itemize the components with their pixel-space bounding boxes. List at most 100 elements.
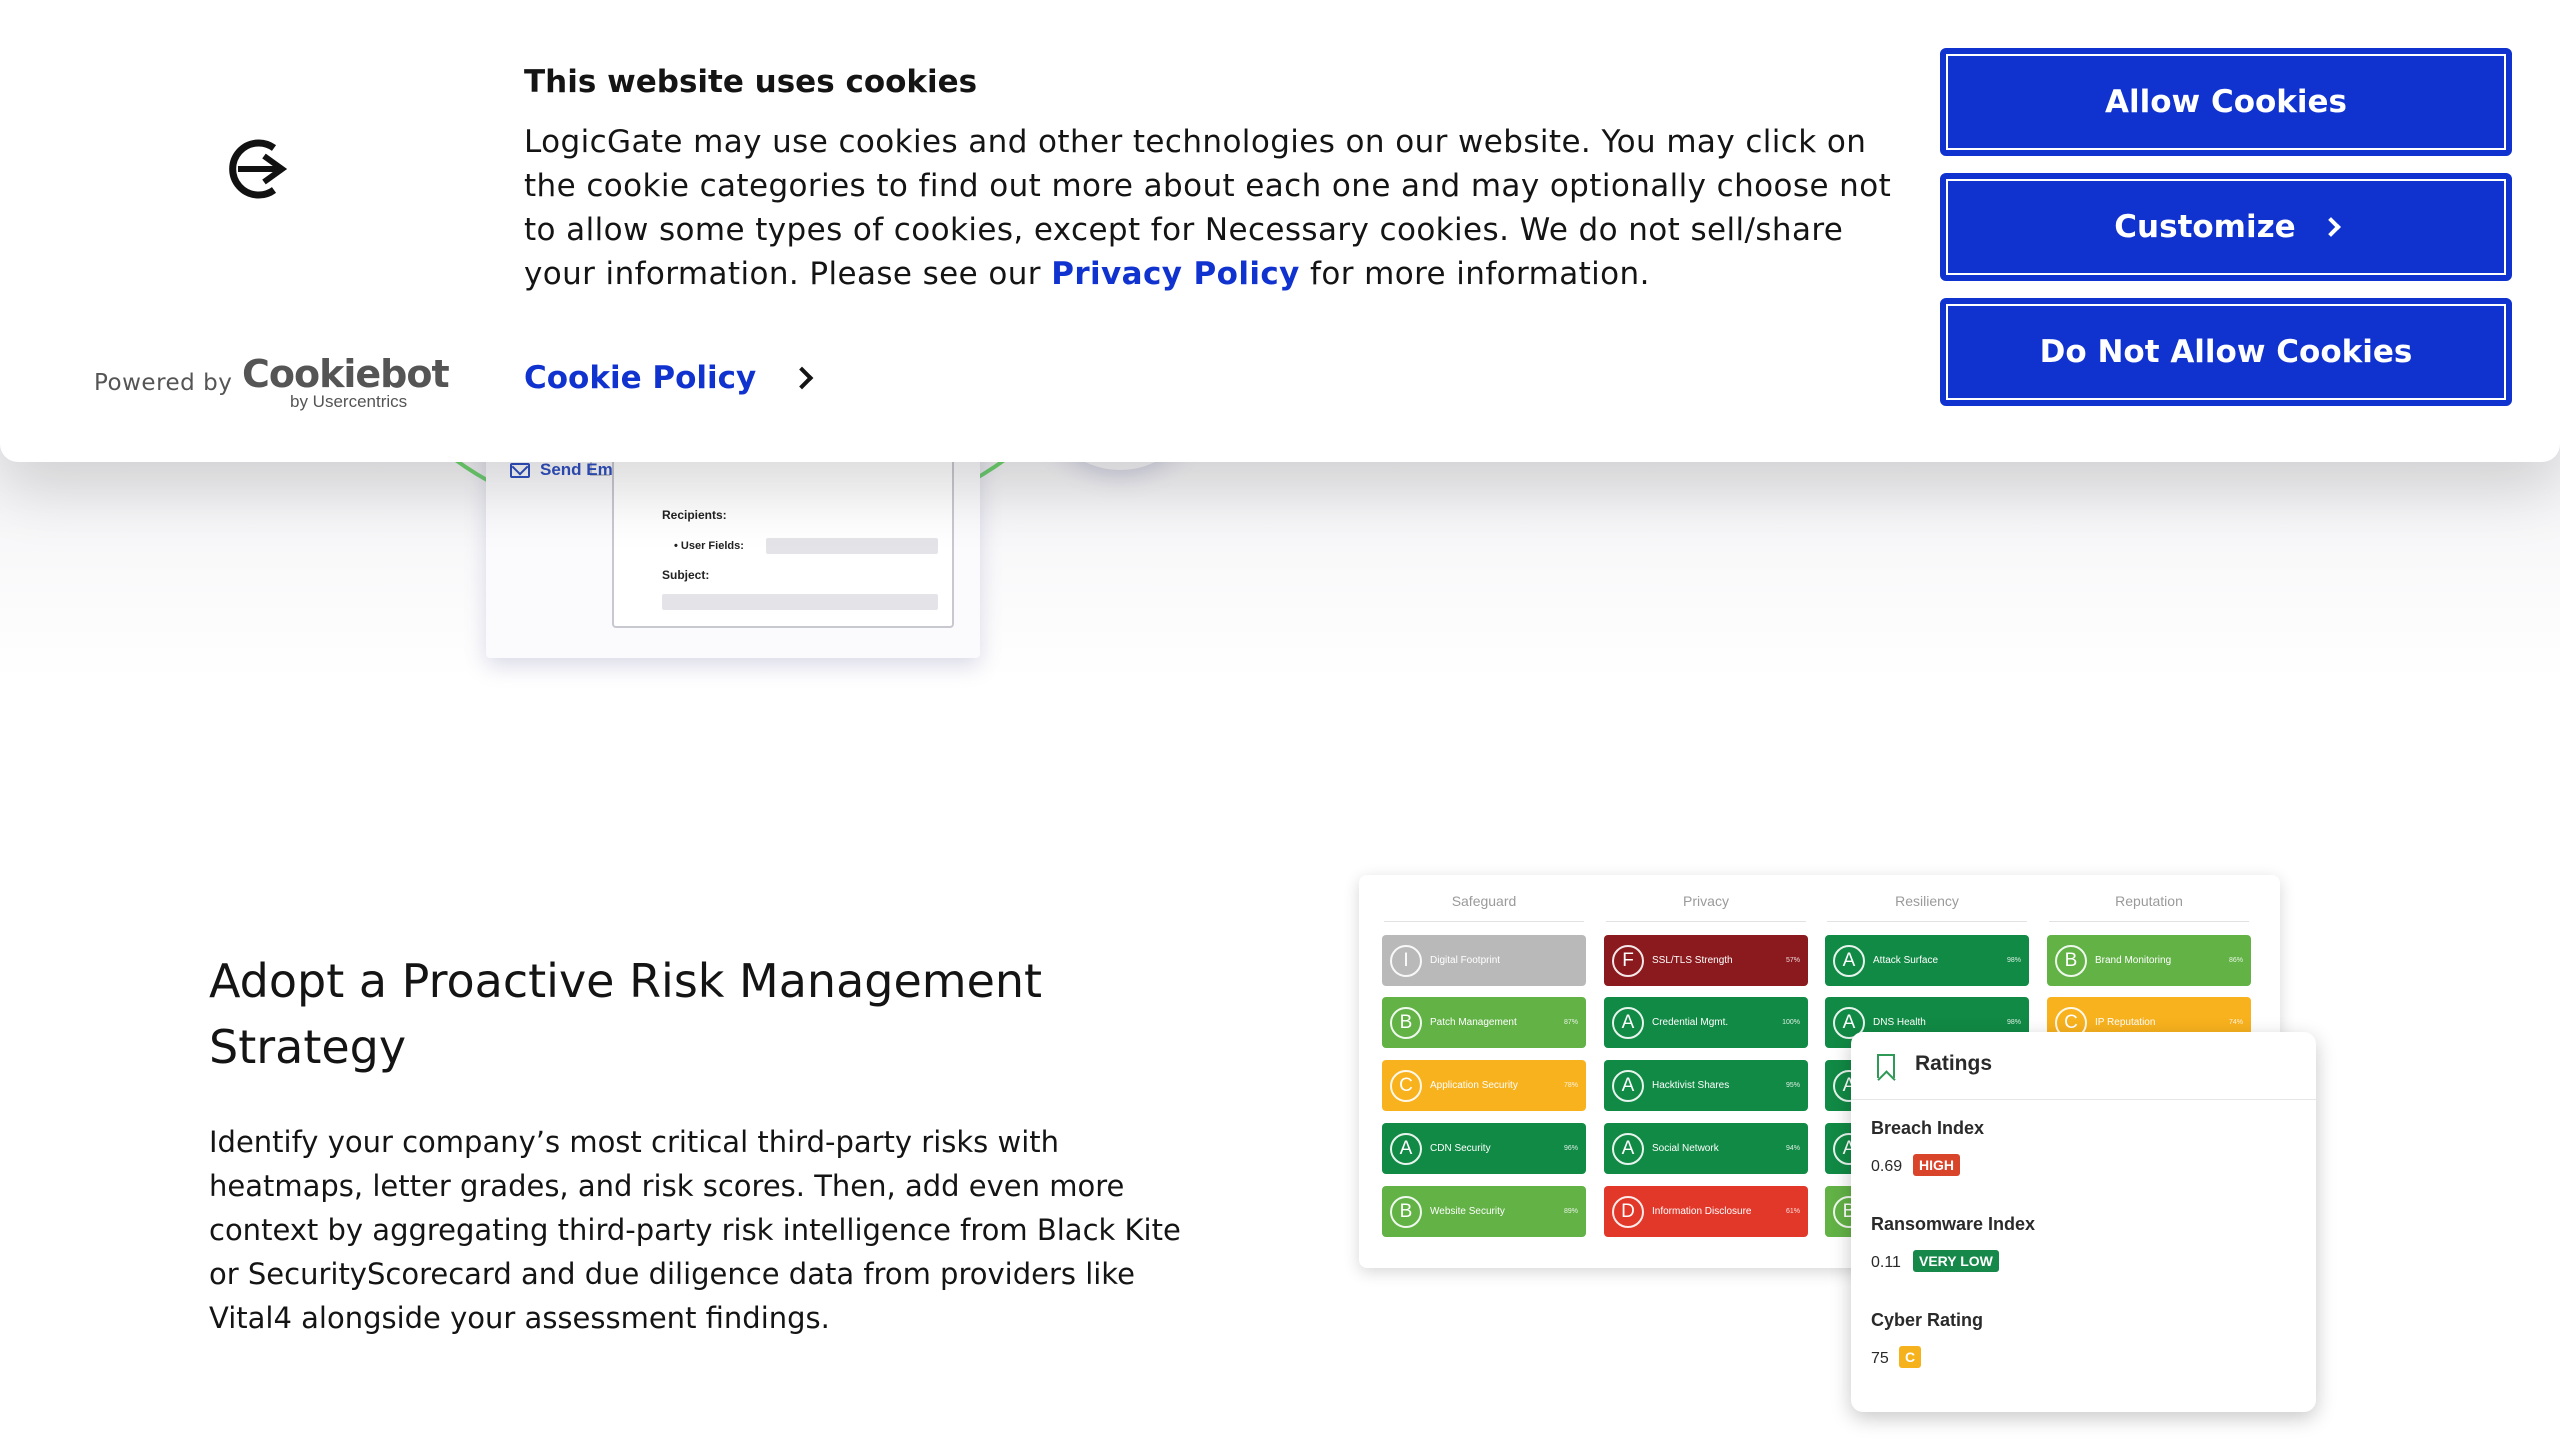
- do-not-allow-cookies-button[interactable]: Do Not Allow Cookies: [1940, 298, 2512, 406]
- tile-percent: 98%: [2006, 957, 2021, 964]
- grade-badge: D: [1612, 1195, 1644, 1228]
- allow-cookies-label: Allow Cookies: [2104, 84, 2348, 120]
- rating-tile: C Application Security 78%: [1382, 1060, 1586, 1111]
- customize-label: Customize: [2114, 209, 2296, 245]
- email-form-box: Recipients: • User Fields: Subject:: [612, 444, 954, 628]
- tile-name: Application Security: [1430, 1079, 1518, 1091]
- ratings-popup-header: Ratings: [1851, 1032, 2316, 1100]
- chevron-right-icon: [790, 366, 814, 390]
- tile-percent: 86%: [2228, 957, 2243, 964]
- cyber-rating-label: Cyber Rating: [1871, 1310, 1984, 1330]
- user-fields-label: • User Fields:: [674, 540, 744, 552]
- section-title: Adopt a Proactive Risk Management Strate…: [209, 954, 1043, 1074]
- tile-name: SSL/TLS Strength: [1652, 954, 1733, 966]
- bookmark-icon: [1877, 1054, 1895, 1078]
- grade-badge: F: [1612, 944, 1644, 977]
- deny-cookies-label: Do Not Allow Cookies: [2039, 334, 2413, 370]
- rating-tile: A Social Network 94%: [1604, 1123, 1808, 1174]
- grade-badge: A: [1833, 944, 1865, 977]
- column-header: Privacy: [1683, 893, 1729, 909]
- rating-tile: B Website Security 89%: [1382, 1186, 1586, 1237]
- tile-name: IP Reputation: [2095, 1016, 2156, 1028]
- tile-percent: 74%: [2228, 1019, 2243, 1026]
- chevron-right-icon: [2320, 217, 2341, 237]
- rating-tile: A CDN Security 96%: [1382, 1123, 1586, 1174]
- grade-badge: A: [1612, 1006, 1644, 1039]
- tile-percent: 98%: [2006, 1019, 2021, 1026]
- tile-percent: 95%: [1785, 1082, 1800, 1089]
- subject-label: Subject:: [662, 568, 710, 582]
- cookie-consent-banner: This website uses cookies LogicGate may …: [0, 0, 2560, 462]
- grade-badge: B: [1390, 1006, 1422, 1039]
- column-header: Reputation: [2115, 893, 2183, 909]
- cookie-policy-link[interactable]: Cookie Policy: [524, 360, 814, 396]
- tile-name: Digital Footprint: [1430, 954, 1501, 966]
- recipients-label: Recipients:: [662, 508, 727, 522]
- privacy-policy-link[interactable]: Privacy Policy: [1051, 256, 1300, 292]
- column-divider: [1606, 921, 1806, 922]
- grade-badge: A: [1612, 1069, 1644, 1102]
- breach-index-label: Breach Index: [1871, 1118, 1985, 1138]
- ratings-popup-title: Ratings: [1915, 1052, 1993, 1075]
- grade-badge: C: [1390, 1069, 1422, 1102]
- tile-name: DNS Health: [1873, 1016, 1926, 1028]
- cookie-banner-title: This website uses cookies: [524, 64, 978, 100]
- logicgate-logo-icon: [229, 139, 288, 199]
- rating-tile: B Patch Management 87%: [1382, 997, 1586, 1048]
- rating-tile: A Attack Surface 98%: [1825, 935, 2029, 986]
- cookie-banner-text: LogicGate may use cookies and other tech…: [524, 120, 1904, 296]
- cookie-text-end: for more information.: [1299, 256, 1650, 292]
- cyber-rating-value: 75: [1871, 1350, 1889, 1367]
- grade-badge: B: [2055, 944, 2087, 977]
- rating-tile: B Brand Monitoring 86%: [2047, 935, 2251, 986]
- tile-name: Social Network: [1652, 1142, 1719, 1154]
- cyber-rating-badge: C: [1899, 1346, 1922, 1368]
- tile-name: Hacktivist Shares: [1652, 1079, 1730, 1091]
- tile-name: Attack Surface: [1873, 954, 1939, 966]
- rating-tile: F SSL/TLS Strength 57%: [1604, 935, 1808, 986]
- rating-tile: D Information Disclosure 61%: [1604, 1186, 1808, 1237]
- powered-by-label: Powered by: [94, 370, 233, 396]
- subject-bar: [662, 594, 938, 610]
- breach-index-value: 0.69: [1871, 1158, 1903, 1175]
- tile-percent: 96%: [1563, 1145, 1578, 1152]
- breach-index-badge: HIGH: [1913, 1154, 1960, 1176]
- allow-cookies-button[interactable]: Allow Cookies: [1940, 48, 2512, 156]
- cookiebot-sublabel: by Usercentrics: [290, 392, 408, 411]
- tile-percent: 61%: [1785, 1208, 1800, 1215]
- tile-percent: 57%: [1785, 957, 1800, 964]
- column-divider: [1384, 921, 1584, 922]
- cookie-policy-label: Cookie Policy: [524, 360, 757, 396]
- column-header: Safeguard: [1451, 893, 1517, 909]
- tile-percent: 100%: [1782, 1019, 1800, 1026]
- grade-badge: I: [1390, 944, 1422, 977]
- tile-percent: 78%: [1563, 1082, 1578, 1089]
- cookiebot-logo[interactable]: Cookiebot: [242, 352, 450, 396]
- grade-badge: A: [1390, 1132, 1422, 1165]
- tile-name: Website Security: [1430, 1205, 1505, 1217]
- grade-badge: A: [1612, 1132, 1644, 1165]
- column-divider: [1827, 921, 2027, 922]
- mail-icon: [510, 462, 530, 478]
- column-divider: [2049, 921, 2249, 922]
- ransomware-index-value: 0.11: [1871, 1254, 1901, 1271]
- ransomware-index-label: Ransomware Index: [1871, 1214, 2036, 1234]
- tile-name: CDN Security: [1430, 1142, 1491, 1154]
- ratings-popup: Ratings Breach Index 0.69 HIGH Ransomwar…: [1851, 1032, 2316, 1412]
- rating-tile: A Credential Mgmt. 100%: [1604, 997, 1808, 1048]
- user-fields-bar: [766, 538, 938, 554]
- rating-tile: I Digital Footprint: [1382, 935, 1586, 986]
- grade-badge: B: [1390, 1195, 1422, 1228]
- tile-percent: 94%: [1785, 1145, 1800, 1152]
- tile-percent: 89%: [1563, 1208, 1578, 1215]
- tile-name: Credential Mgmt.: [1652, 1016, 1729, 1028]
- tile-percent: 87%: [1563, 1019, 1578, 1026]
- customize-button[interactable]: Customize: [1940, 173, 2512, 281]
- tile-name: Information Disclosure: [1652, 1205, 1752, 1217]
- column-header: Resiliency: [1895, 893, 1959, 909]
- section-body: Identify your company’s most critical th…: [209, 1125, 1181, 1335]
- tile-name: Brand Monitoring: [2095, 954, 2172, 966]
- tile-name: Patch Management: [1430, 1016, 1517, 1028]
- rating-tile: A Hacktivist Shares 95%: [1604, 1060, 1808, 1111]
- ransomware-index-badge: VERY LOW: [1913, 1250, 1999, 1272]
